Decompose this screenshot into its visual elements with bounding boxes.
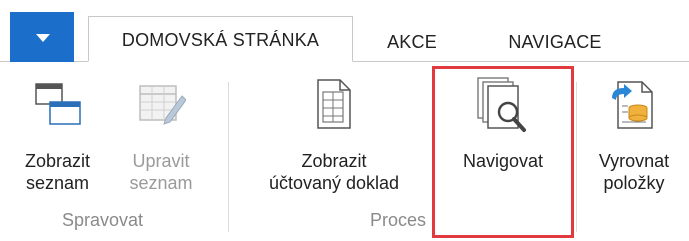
tab-home[interactable]: DOMOVSKÁ STRÁNKA <box>88 16 353 62</box>
show-posted-label-2: účtovaný doklad <box>268 173 400 193</box>
group-separator <box>576 82 577 232</box>
show-posted-label-1: Zobrazit <box>301 151 367 171</box>
group-separator <box>228 82 229 232</box>
app-menu-button[interactable] <box>10 12 74 64</box>
navigate-label: Navigovat <box>462 151 544 171</box>
apply-entries-icon <box>612 81 653 129</box>
show-list-icon <box>35 83 81 125</box>
show-list-label-2: seznam <box>25 173 90 193</box>
navigate-button[interactable]: Navigovat <box>436 72 570 202</box>
edit-list-icon <box>139 85 186 125</box>
apply-entries-label-1: Vyrovnat <box>598 151 670 171</box>
edit-list-button[interactable]: Upravit seznam <box>116 72 206 202</box>
group-label-process: Proces <box>370 210 427 230</box>
apply-entries-label-2: položky <box>603 173 665 193</box>
group-label-manage: Spravovat <box>62 210 144 230</box>
apply-entries-button[interactable]: Vyrovnat položky <box>582 72 686 202</box>
show-posted-document-button[interactable]: Zobrazit účtovaný doklad <box>238 72 430 202</box>
chevron-down-icon <box>36 34 50 42</box>
tab-navigation[interactable]: NAVIGACE <box>480 22 630 62</box>
ribbon-content: Zobrazit seznam Upravit seznam Spravovat <box>0 62 689 241</box>
tab-actions[interactable]: AKCE <box>372 22 452 62</box>
ribbon-tab-bar: DOMOVSKÁ STRÁNKA AKCE NAVIGACE <box>0 0 689 64</box>
navigate-icon <box>477 77 526 132</box>
show-list-button[interactable]: Zobrazit seznam <box>10 72 105 202</box>
edit-list-label-2: seznam <box>129 173 193 193</box>
edit-list-label-1: Upravit <box>132 151 190 171</box>
show-list-label-1: Zobrazit <box>24 151 91 171</box>
posted-document-icon <box>317 79 351 129</box>
